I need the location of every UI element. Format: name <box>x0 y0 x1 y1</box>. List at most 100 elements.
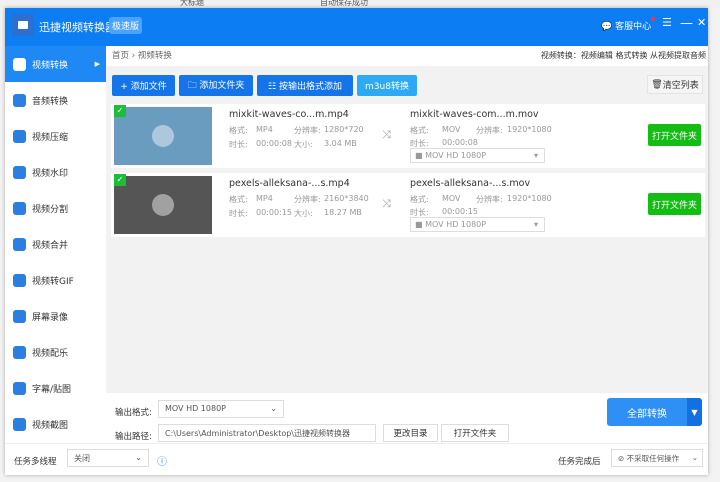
multithread-select[interactable]: 关闭 ⌄ <box>67 449 149 467</box>
m3u8-convert-button[interactable]: m3u8转换 <box>357 75 417 96</box>
clear-list-label: 清空列表 <box>662 81 699 91</box>
close-icon[interactable]: ✕ <box>697 16 706 29</box>
source-duration: 00:00:08 <box>256 139 292 148</box>
sidebar-item[interactable]: 屏幕录像 <box>5 298 106 334</box>
breadcrumb: 首页 › 视频转换 视频转换：视频编辑 格式转换 从视频提取音频 <box>106 46 708 66</box>
convert-dropdown-button[interactable]: ▼ <box>687 398 702 426</box>
source-format: MP4 <box>256 125 273 134</box>
file-row: ✓ mixkit-waves-co...m.mp4 格式: MP4 分辨率: 1… <box>111 104 705 168</box>
sidebar-item[interactable]: 字幕/贴图 <box>5 370 106 406</box>
size-label: 大小: <box>294 209 313 218</box>
check-icon[interactable]: ✓ <box>114 174 126 186</box>
output-path-input[interactable]: C:\Users\Administrator\Desktop\迅捷视频转换器 <box>158 424 376 442</box>
row-format-value: MOV HD 1080P <box>425 151 487 160</box>
menu-icon[interactable]: ☰ <box>662 16 672 29</box>
sidebar-item-icon <box>13 381 26 395</box>
source-format: MP4 <box>256 194 273 203</box>
breadcrumb-home[interactable]: 首页 <box>112 51 129 61</box>
play-icon[interactable] <box>152 125 174 147</box>
chevron-down-icon: ⌄ <box>135 453 142 462</box>
sidebar-item-icon <box>13 237 26 251</box>
sidebar-item[interactable]: 音频转换 <box>5 82 106 118</box>
play-icon[interactable] <box>152 194 174 216</box>
sidebar-item-label: 视频水印 <box>32 168 69 179</box>
background-browser-bar: 大标题 自动保存成功 <box>0 0 720 8</box>
format-label: 格式: <box>410 195 429 204</box>
sidebar-item-label: 视频配乐 <box>32 348 69 359</box>
open-folder-button[interactable]: 打开文件夹 <box>648 124 701 146</box>
sidebar-item[interactable]: 视频转GIF <box>5 262 106 298</box>
output-format: MOV <box>442 194 461 203</box>
source-duration: 00:00:15 <box>256 208 292 217</box>
output-filename: mixkit-waves-com...m.mov <box>410 109 539 120</box>
sidebar-item[interactable]: 视频水印 <box>5 154 106 190</box>
breadcrumb-sep: › <box>131 51 136 61</box>
convert-all-button[interactable]: 全部转换 <box>607 398 687 426</box>
edition-badge: 极速版 <box>109 17 143 34</box>
output-format-select[interactable]: MOV HD 1080P ⌄ <box>158 400 284 418</box>
video-thumbnail[interactable]: ✓ <box>114 174 212 234</box>
sidebar-item[interactable]: 视频截图 <box>5 406 106 442</box>
breadcrumb-current: 视频转换 <box>137 51 172 61</box>
app-window: 迅捷视频转换器 极速版 💬 客服中心 ☰ — ✕ 视频转换 ▶ 音频转换 视频压缩 视频… <box>5 8 708 475</box>
sidebar-item-label: 视频分割 <box>32 204 69 215</box>
format-label: 格式: <box>229 195 248 204</box>
output-resolution: 1920*1080 <box>507 194 552 203</box>
sidebar-item[interactable]: 视频分割 <box>5 190 106 226</box>
sidebar-item[interactable]: 视频配乐 <box>5 334 106 370</box>
chevron-down-icon: ⌄ <box>691 453 698 462</box>
output-resolution: 1920*1080 <box>507 125 552 134</box>
title-bar: 迅捷视频转换器 极速版 💬 客服中心 ☰ — ✕ <box>5 8 708 46</box>
source-filename: mixkit-waves-co...m.mp4 <box>229 109 349 120</box>
main-panel: 首页 › 视频转换 视频转换：视频编辑 格式转换 从视频提取音频 + 添加文件 … <box>106 46 708 443</box>
multithread-label: 任务多线程 <box>14 457 57 467</box>
output-format-label: 输出格式: <box>115 408 152 418</box>
output-format-value: MOV HD 1080P <box>165 404 226 413</box>
footer: 任务多线程 关闭 ⌄ ⓘ 任务完成后 ⊘ 不采取任何操作 ⌄ <box>5 443 708 475</box>
sidebar-item[interactable]: 视频转换 ▶ <box>5 46 106 82</box>
video-thumbnail[interactable]: ✓ <box>114 105 212 165</box>
clear-list-button[interactable]: 🗑 清空列表 <box>647 75 703 94</box>
sidebar-item[interactable]: 视频压缩 <box>5 118 106 154</box>
sidebar-item-label: 屏幕录像 <box>32 312 69 323</box>
after-task-label: 任务完成后 <box>558 457 601 467</box>
sidebar-item-label: 视频转GIF <box>32 276 74 287</box>
customer-service-button[interactable]: 💬 客服中心 <box>601 19 651 32</box>
sidebar-item-label: 音频转换 <box>32 96 69 107</box>
add-file-button[interactable]: + 添加文件 <box>112 75 175 96</box>
row-format-value: MOV HD 1080P <box>425 220 487 229</box>
sidebar-item-icon <box>13 129 26 143</box>
duration-label: 时长: <box>229 140 248 149</box>
output-path-label: 输出路径: <box>115 432 152 442</box>
check-icon[interactable]: ✓ <box>114 105 126 117</box>
size-label: 大小: <box>294 140 313 149</box>
after-task-value: ⊘ 不采取任何操作 <box>618 454 680 463</box>
row-format-select[interactable]: ■ MOV HD 1080P ▾ <box>410 217 545 232</box>
chevron-down-icon: ⌄ <box>270 404 277 413</box>
add-folder-button[interactable]: 🗀 添加文件夹 <box>179 75 253 96</box>
output-format: MOV <box>442 125 461 134</box>
add-by-format-button[interactable]: ☷ 按输出格式添加 <box>257 75 353 96</box>
customer-service-label: 客服中心 <box>615 22 652 32</box>
sidebar-item-icon <box>13 93 26 107</box>
row-format-select[interactable]: ■ MOV HD 1080P ▾ <box>410 148 545 163</box>
output-settings: 输出格式: MOV HD 1080P ⌄ 输出路径: C:\Users\Admin… <box>106 393 708 443</box>
open-folder-button[interactable]: 打开文件夹 <box>648 193 701 215</box>
sidebar-item-label: 视频截图 <box>32 420 69 431</box>
output-duration: 00:00:15 <box>442 207 478 216</box>
info-icon[interactable]: ⓘ <box>157 453 167 468</box>
sidebar-item-label: 视频合并 <box>32 240 69 251</box>
sidebar-item[interactable]: 视频合并 <box>5 226 106 262</box>
minimize-icon[interactable]: — <box>680 16 693 31</box>
multithread-value: 关闭 <box>74 454 90 463</box>
open-output-folder-button[interactable]: 打开文件夹 <box>441 424 509 442</box>
background-tab-title: 大标题 <box>180 0 204 7</box>
after-task-select[interactable]: ⊘ 不采取任何操作 ⌄ <box>611 449 703 467</box>
format-label: 格式: <box>229 126 248 135</box>
change-directory-button[interactable]: 更改目录 <box>383 424 438 442</box>
chevron-down-icon: ▾ <box>533 220 538 229</box>
file-row: ✓ pexels-alleksana-...s.mp4 格式: MP4 分辨率:… <box>111 173 705 237</box>
output-duration: 00:00:08 <box>442 138 478 147</box>
source-resolution: 2160*3840 <box>324 194 369 203</box>
sidebar-item-icon <box>13 201 26 215</box>
